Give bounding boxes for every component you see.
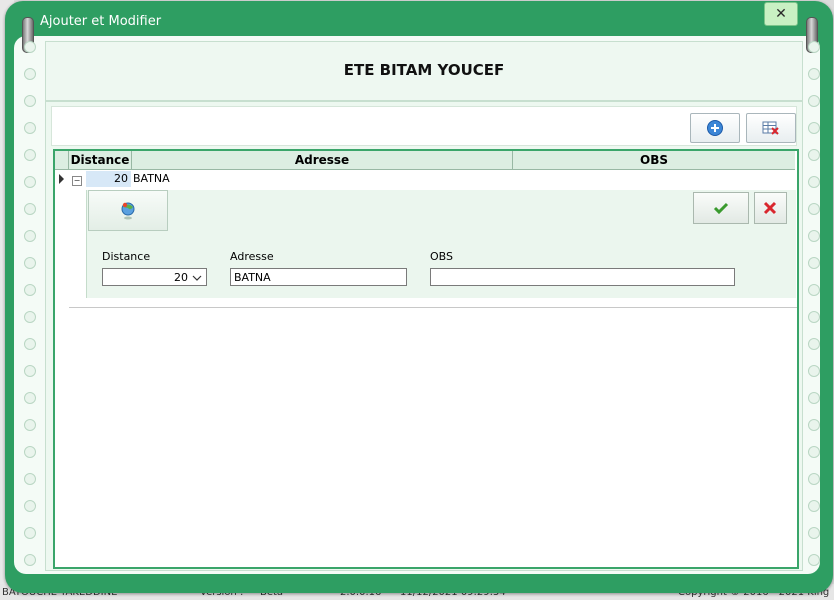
data-grid: Distance Adresse OBS − 20 BATNA Distance… <box>53 149 799 569</box>
grid-header-indicator <box>55 151 69 170</box>
dialog-window: Ajouter et Modifier ✕ ETE BITAM YOUCEF D… <box>5 1 833 593</box>
cell-adresse[interactable]: BATNA <box>133 171 170 187</box>
row-divider <box>69 307 797 308</box>
label-adresse: Adresse <box>230 250 274 263</box>
toolbar <box>51 106 797 146</box>
column-header-adresse[interactable]: Adresse <box>132 151 513 170</box>
row-indicator-icon <box>55 170 68 188</box>
content-panel: Distance Adresse OBS − 20 BATNA Distance… <box>45 101 803 571</box>
row-detail-panel: Distance Adresse OBS 20 BATNA <box>86 190 796 298</box>
label-obs: OBS <box>430 250 453 263</box>
collapse-icon[interactable]: − <box>72 176 82 186</box>
cancel-button[interactable] <box>754 192 787 224</box>
label-distance: Distance <box>102 250 151 263</box>
delete-row-button[interactable] <box>746 113 796 143</box>
adresse-field[interactable]: BATNA <box>230 268 407 286</box>
column-header-obs[interactable]: OBS <box>513 151 795 170</box>
x-icon <box>763 201 777 215</box>
check-icon <box>713 202 729 215</box>
binder-rings-left <box>24 41 36 581</box>
close-button[interactable]: ✕ <box>764 2 798 26</box>
plus-circle-icon <box>707 120 723 136</box>
distance-spinner[interactable]: 20 <box>102 268 207 286</box>
chevron-down-icon[interactable] <box>191 273 203 283</box>
detail-action-button[interactable] <box>88 190 168 231</box>
distance-value: 20 <box>174 271 188 284</box>
window-title: Ajouter et Modifier <box>40 14 162 29</box>
header-panel: ETE BITAM YOUCEF <box>45 41 803 101</box>
page-title: ETE BITAM YOUCEF <box>343 61 505 79</box>
globe-icon <box>121 202 135 220</box>
column-header-distance[interactable]: Distance <box>69 151 132 170</box>
save-button[interactable] <box>693 192 749 224</box>
cell-distance[interactable]: 20 <box>86 171 131 187</box>
obs-field[interactable] <box>430 268 735 286</box>
grid-delete-icon <box>762 121 779 135</box>
binder-rings-right <box>808 41 820 581</box>
add-button[interactable] <box>690 113 740 143</box>
